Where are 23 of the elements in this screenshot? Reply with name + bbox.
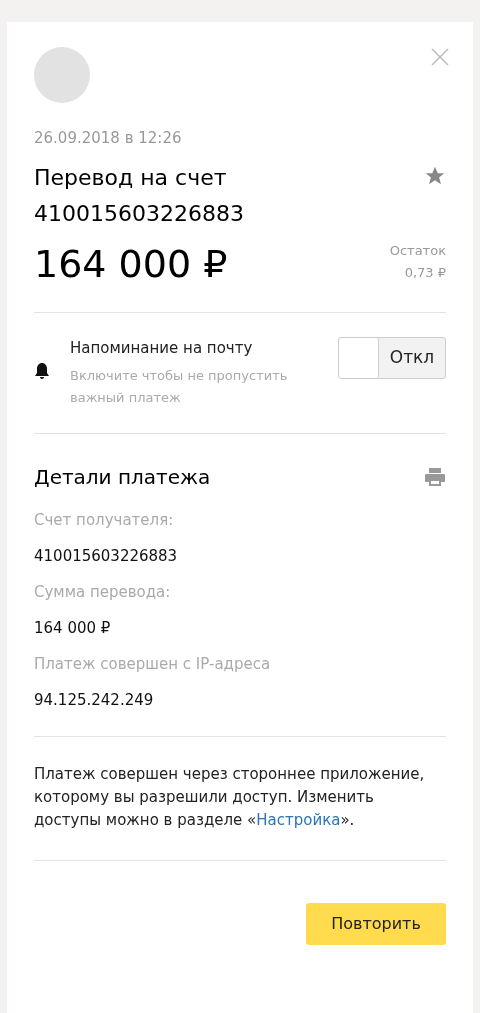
field-label: Счет получателя: [34,510,175,531]
amount-text: 164 000 ₽ [34,240,228,288]
balance-label: Остаток [389,241,446,260]
field-label: Сумма перевода: [34,582,172,603]
field-label: Платеж совершен с IP-адреса [34,654,272,675]
transfer-title: Перевод на счет [34,163,228,192]
transfer-title: 410015603226883 [34,199,244,228]
field-value: 410015603226883 [34,546,179,567]
toggle-switch[interactable]: Откл [338,336,446,379]
settings-link[interactable]: Настройка [256,811,341,829]
printer-icon[interactable] [424,467,446,487]
avatar [34,47,90,103]
date-text: 26.09.2018 в 12:26 [34,128,183,149]
field-value: 94.125.242.249 [34,690,155,711]
notice-text: Платеж совершен через стороннее приложение, которому вы разрешили доступ. Изменить доступы можно в разделе «Настройка». [34,764,426,831]
reminder-hint: Включите чтобы не пропустить важный платеж [70,367,289,407]
close-icon[interactable] [430,47,450,67]
repeat-button[interactable]: Повторить [306,903,446,945]
bell-icon [34,361,50,380]
balance-value: 0,73 ₽ [403,263,446,282]
field-value: 164 000 ₽ [34,618,112,639]
reminder-title: Напоминание на почту [70,337,254,359]
section-heading: Детали платежа [34,464,211,491]
